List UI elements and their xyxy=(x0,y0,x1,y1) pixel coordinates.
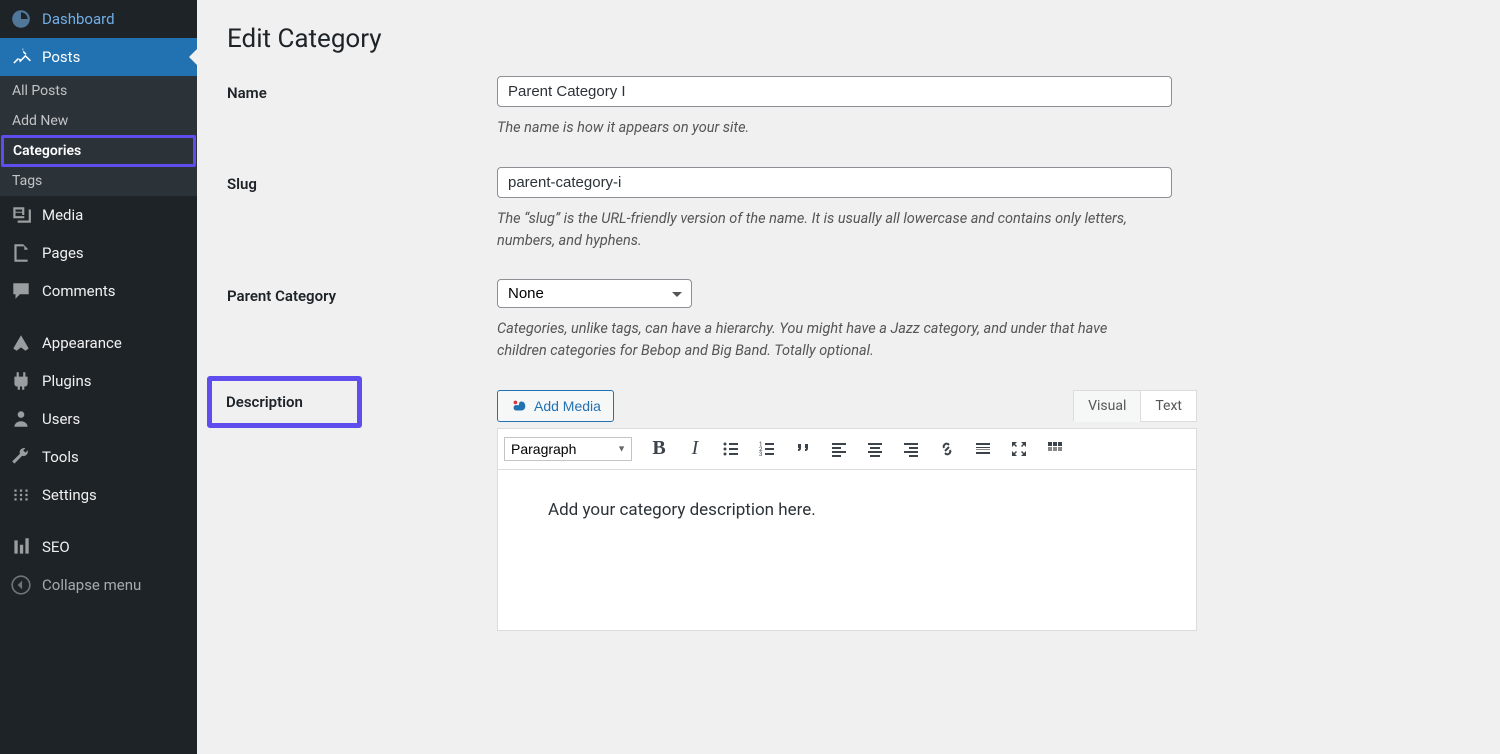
menu-label: Appearance xyxy=(42,334,122,352)
appearance-icon xyxy=(10,332,32,354)
link-button[interactable] xyxy=(930,434,964,464)
label-slug: Slug xyxy=(227,167,497,252)
svg-text:3: 3 xyxy=(759,451,762,458)
label-parent: Parent Category xyxy=(227,279,497,362)
submenu-add-new[interactable]: Add New xyxy=(0,106,197,136)
menu-media[interactable]: Media xyxy=(0,196,197,234)
plugin-icon xyxy=(10,370,32,392)
tab-text[interactable]: Text xyxy=(1140,390,1197,422)
menu-tools[interactable]: Tools xyxy=(0,438,197,476)
field-row-name: Name The name is how it appears on your … xyxy=(227,76,1470,139)
bold-button[interactable]: B xyxy=(642,434,676,464)
comment-icon xyxy=(10,280,32,302)
menu-separator xyxy=(0,514,197,528)
field-row-parent: Parent Category None Categories, unlike … xyxy=(227,279,1470,362)
menu-label: Comments xyxy=(42,282,116,300)
help-parent: Categories, unlike tags, can have a hier… xyxy=(497,318,1157,362)
main-content: Edit Category Name The name is how it ap… xyxy=(197,0,1500,754)
user-icon xyxy=(10,408,32,430)
toolbar-toggle-button[interactable] xyxy=(1038,434,1072,464)
menu-separator xyxy=(0,310,197,324)
media-add-icon xyxy=(510,397,528,415)
collapse-icon xyxy=(10,574,32,596)
format-select[interactable]: Paragraph xyxy=(504,437,632,461)
menu-settings[interactable]: Settings xyxy=(0,476,197,514)
align-right-button[interactable] xyxy=(894,434,928,464)
editor-wrap: Paragraph B I 123 Add your cat xyxy=(497,428,1197,631)
more-button[interactable] xyxy=(966,434,1000,464)
menu-pages[interactable]: Pages xyxy=(0,234,197,272)
settings-icon xyxy=(10,484,32,506)
admin-sidebar: Dashboard Posts All Posts Add New Catego… xyxy=(0,0,197,754)
align-center-button[interactable] xyxy=(858,434,892,464)
tools-icon xyxy=(10,446,32,468)
submenu-categories[interactable]: Categories xyxy=(1,135,196,167)
menu-seo[interactable]: SEO xyxy=(0,528,197,566)
menu-label: Tools xyxy=(42,448,79,466)
menu-label: Collapse menu xyxy=(42,576,141,594)
field-row-slug: Slug The “slug” is the URL-friendly vers… xyxy=(227,167,1470,252)
label-description: Description xyxy=(207,376,362,428)
editor-toolbar: Paragraph B I 123 xyxy=(498,429,1196,470)
menu-label: SEO xyxy=(42,538,70,556)
field-row-description: Description Add Media Visual Text Paragr… xyxy=(227,390,1470,631)
align-left-button[interactable] xyxy=(822,434,856,464)
input-slug[interactable] xyxy=(497,167,1172,198)
submenu-all-posts[interactable]: All Posts xyxy=(0,76,197,106)
add-media-button[interactable]: Add Media xyxy=(497,390,614,422)
menu-users[interactable]: Users xyxy=(0,400,197,438)
menu-collapse[interactable]: Collapse menu xyxy=(0,566,197,604)
page-icon xyxy=(10,242,32,264)
page-title: Edit Category xyxy=(227,24,1470,54)
tab-visual[interactable]: Visual xyxy=(1073,390,1140,422)
menu-plugins[interactable]: Plugins xyxy=(0,362,197,400)
help-slug: The “slug” is the URL-friendly version o… xyxy=(497,208,1157,252)
menu-posts[interactable]: Posts xyxy=(0,38,197,76)
select-parent[interactable]: None xyxy=(497,279,692,308)
menu-label: Plugins xyxy=(42,372,91,390)
media-icon xyxy=(10,204,32,226)
submenu-posts: All Posts Add New Categories Tags xyxy=(0,76,197,196)
menu-label: Pages xyxy=(42,244,84,262)
input-name[interactable] xyxy=(497,76,1172,107)
menu-label: Posts xyxy=(42,48,80,66)
help-name: The name is how it appears on your site. xyxy=(497,117,1157,139)
menu-label: Users xyxy=(42,410,80,428)
seo-icon xyxy=(10,536,32,558)
menu-label: Dashboard xyxy=(42,10,115,28)
menu-dashboard[interactable]: Dashboard xyxy=(0,0,197,38)
menu-appearance[interactable]: Appearance xyxy=(0,324,197,362)
quote-button[interactable] xyxy=(786,434,820,464)
bullet-list-button[interactable] xyxy=(714,434,748,464)
menu-label: Media xyxy=(42,206,83,224)
pin-icon xyxy=(10,46,32,68)
menu-comments[interactable]: Comments xyxy=(0,272,197,310)
number-list-button[interactable]: 123 xyxy=(750,434,784,464)
submenu-tags[interactable]: Tags xyxy=(0,166,197,196)
menu-label: Settings xyxy=(42,486,97,504)
fullscreen-button[interactable] xyxy=(1002,434,1036,464)
label-name: Name xyxy=(227,76,497,139)
italic-button[interactable]: I xyxy=(678,434,712,464)
editor-content[interactable]: Add your category description here. xyxy=(498,470,1196,630)
dashboard-icon xyxy=(10,8,32,30)
